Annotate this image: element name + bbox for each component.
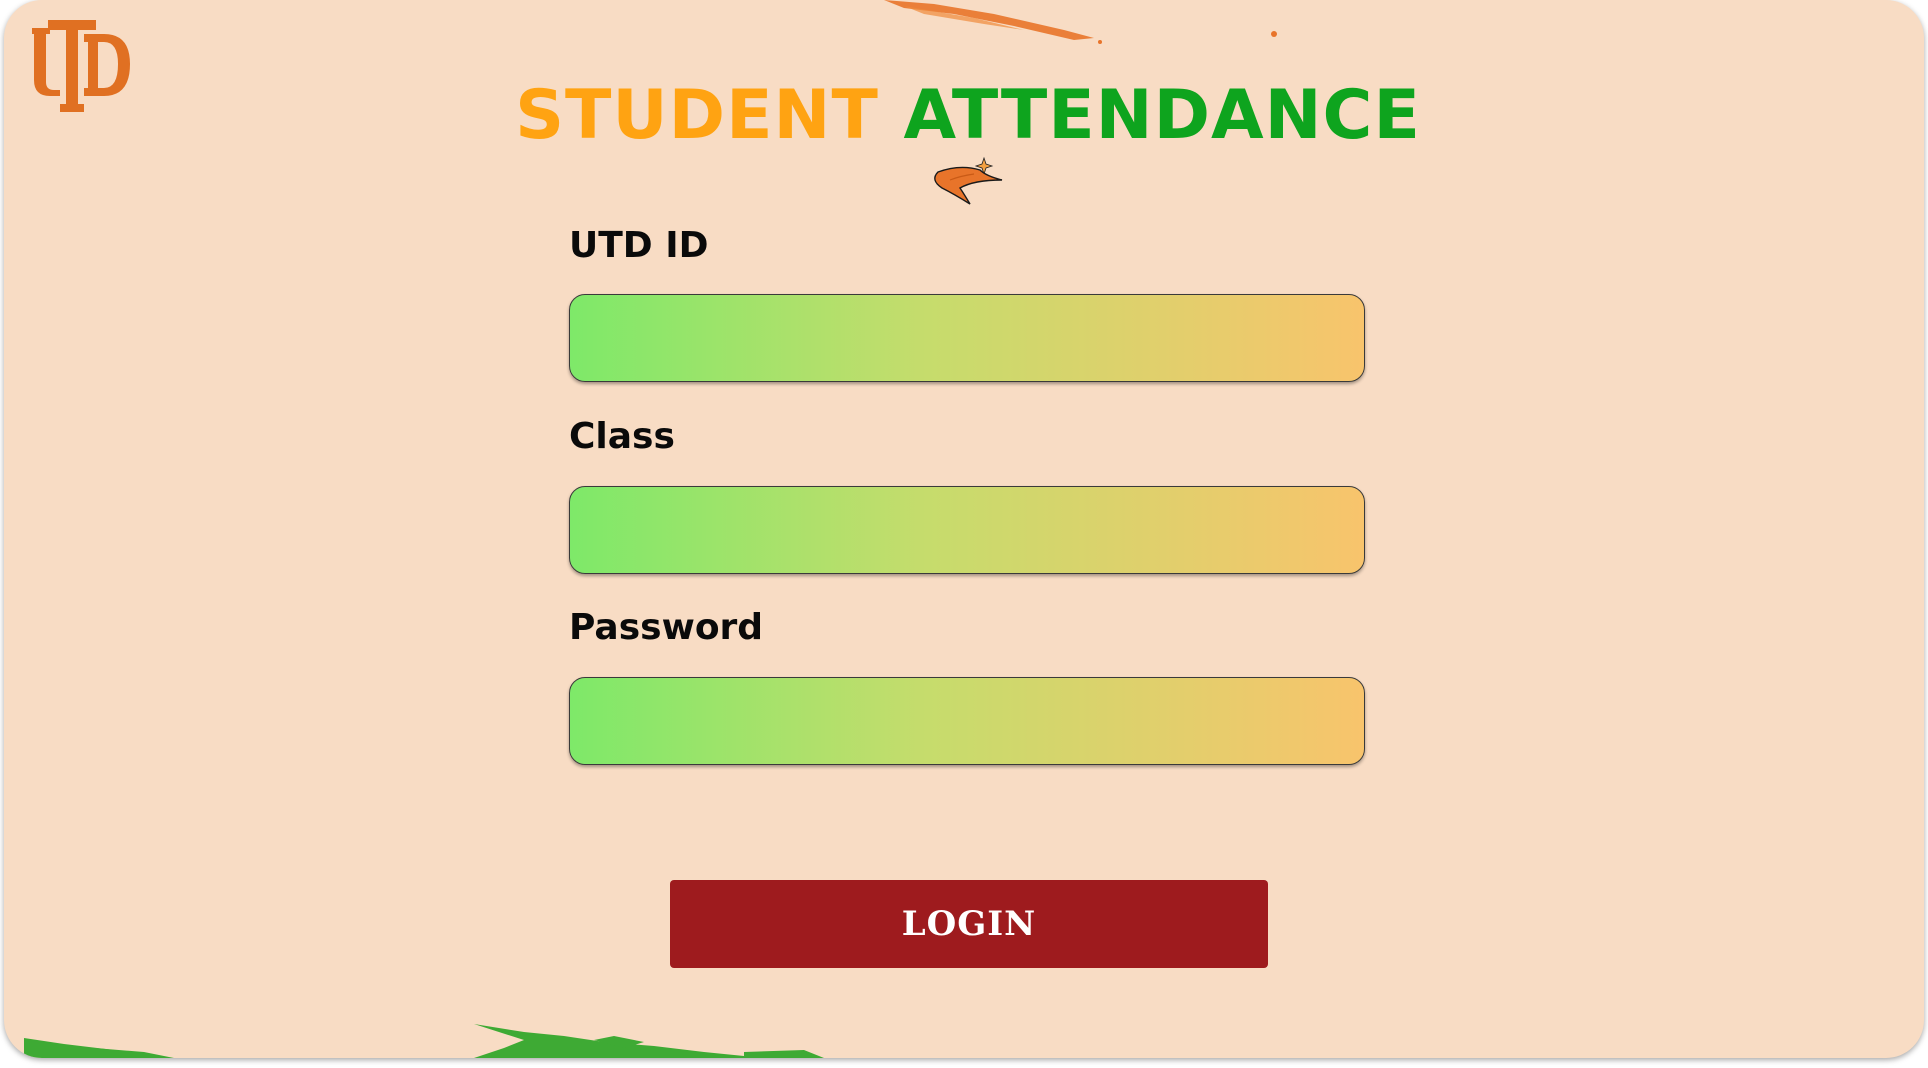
password-input[interactable] [569,677,1365,765]
password-label: Password [569,607,764,648]
title-part-student: STUDENT [515,76,879,155]
login-window: STUDENT ATTENDANCE UTD ID Class Password… [4,0,1924,1058]
paint-splash-top [884,0,1277,44]
utd-id-label: UTD ID [569,225,709,266]
title-part-attendance: ATTENDANCE [903,76,1421,155]
paint-splash-bottom [24,1024,824,1058]
utd-id-input[interactable] [569,294,1365,382]
comet-icon [934,156,1003,205]
page-title: STUDENT ATTENDANCE [4,72,1924,160]
login-button[interactable]: LOGIN [670,880,1268,968]
class-input[interactable] [569,486,1365,574]
class-label: Class [569,416,675,457]
